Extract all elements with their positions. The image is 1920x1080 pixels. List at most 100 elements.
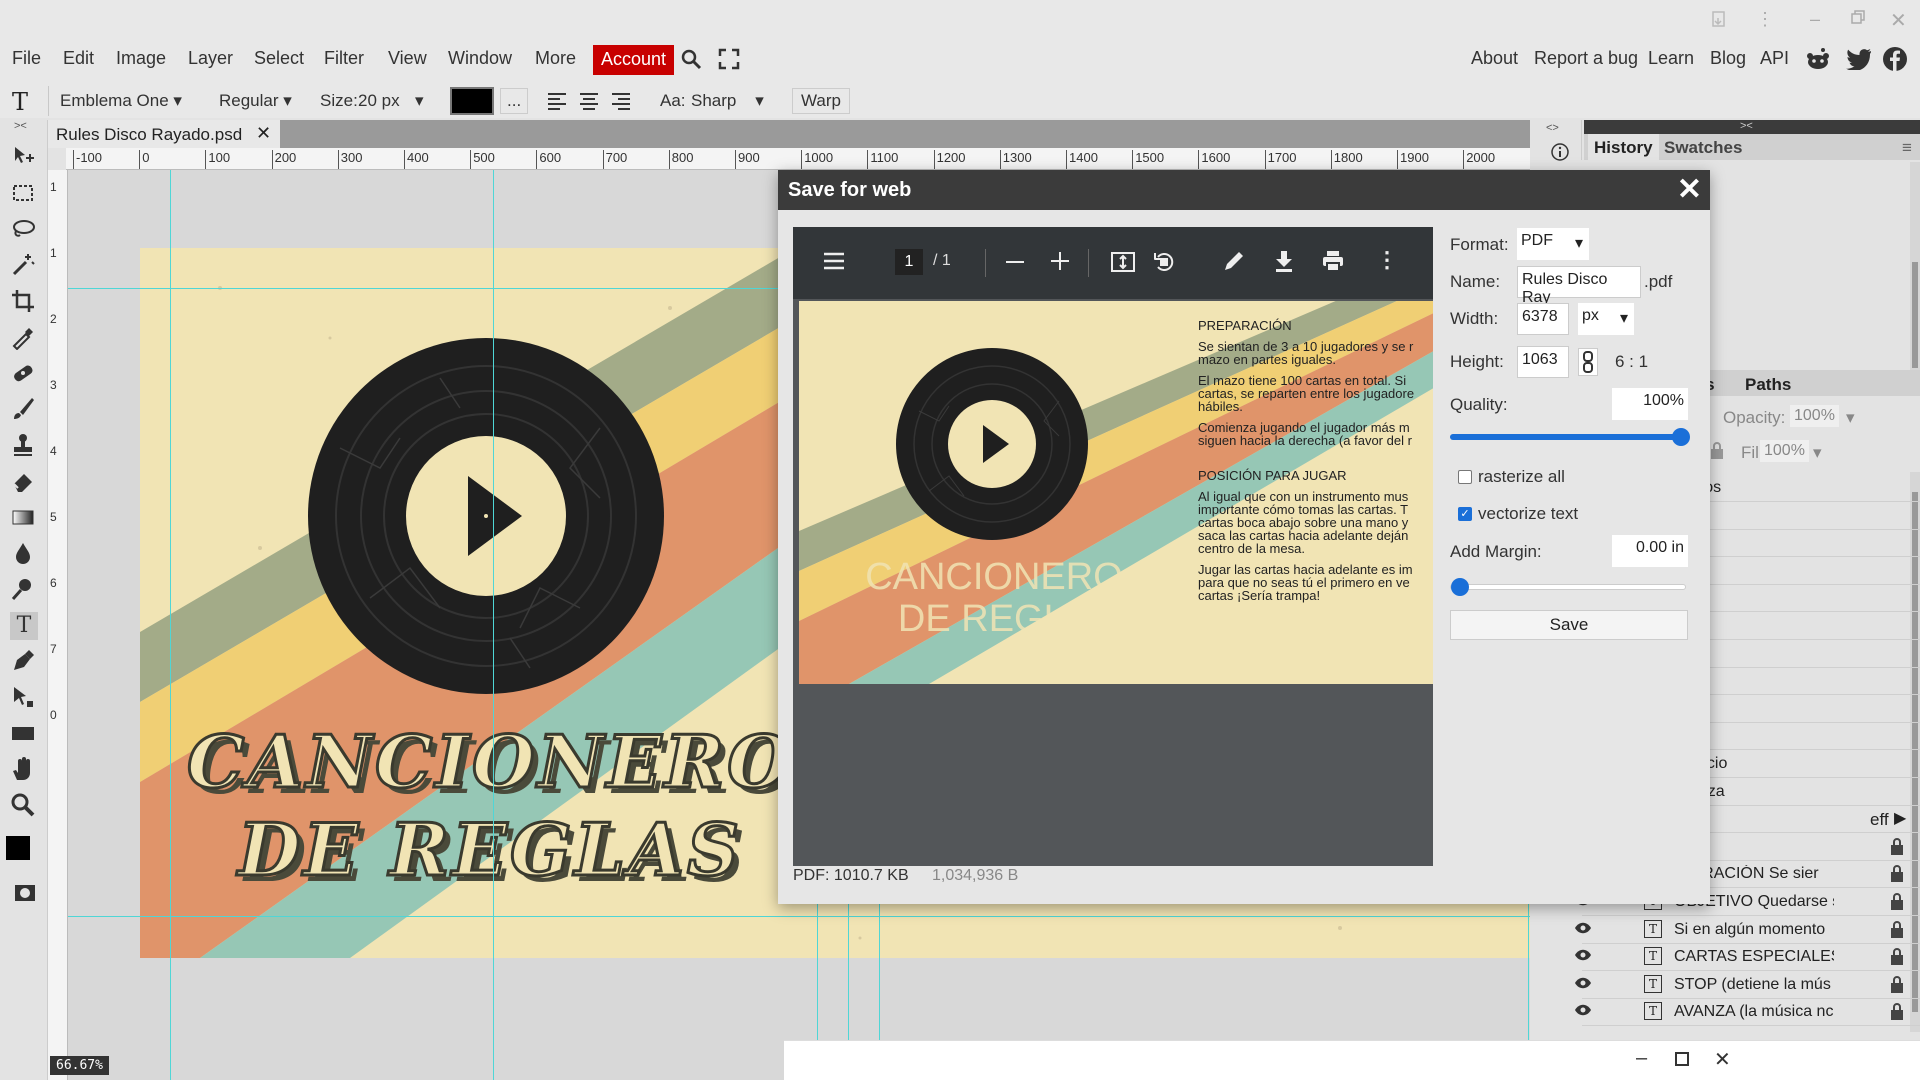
gradient-tool-icon[interactable]: [10, 504, 38, 532]
hand-tool-icon[interactable]: [10, 756, 38, 784]
annotate-pen-icon[interactable]: [1223, 250, 1245, 272]
layer-row[interactable]: T STOP (detiene la mús: [1575, 971, 1920, 999]
fill-dropdown-icon[interactable]: ▾: [1813, 443, 1822, 463]
twitter-icon[interactable]: [1846, 48, 1872, 70]
healing-brush-tool-icon[interactable]: [10, 360, 38, 388]
zoom-in-icon[interactable]: [1050, 251, 1070, 271]
zoom-out-icon[interactable]: [1006, 261, 1024, 263]
visibility-eye-icon[interactable]: [1574, 921, 1592, 935]
pdf-more-icon[interactable]: ⋮: [1376, 247, 1398, 273]
layer-row[interactable]: T CARTAS ESPECIALES (: [1575, 943, 1920, 972]
lock-icon[interactable]: [1710, 442, 1724, 460]
link-about[interactable]: About: [1471, 48, 1518, 69]
collapse-icon[interactable]: ><: [1740, 120, 1753, 132]
blur-tool-icon[interactable]: [10, 540, 38, 568]
path-select-tool-icon[interactable]: [10, 684, 38, 712]
brush-tool-icon[interactable]: [10, 396, 38, 424]
menu-select[interactable]: Select: [254, 48, 304, 69]
pen-tool-icon[interactable]: [10, 648, 38, 676]
link-blog[interactable]: Blog: [1710, 48, 1746, 69]
panel-menu-icon[interactable]: ≡: [1902, 138, 1912, 158]
lock-icon[interactable]: [1890, 837, 1904, 856]
margin-slider-thumb[interactable]: [1451, 578, 1469, 596]
more-options-button[interactable]: ...: [500, 88, 529, 114]
eraser-tool-icon[interactable]: [10, 468, 38, 496]
font-size-dropdown[interactable]: ▾: [415, 91, 424, 111]
tab-paths[interactable]: Paths: [1739, 371, 1797, 399]
menu-edit[interactable]: Edit: [63, 48, 94, 69]
layer-row[interactable]: T AVANZA (la música nc: [1575, 998, 1920, 1027]
dodge-tool-icon[interactable]: [10, 576, 38, 604]
rectangle-tool-icon[interactable]: [10, 720, 38, 748]
warp-button[interactable]: Warp: [792, 88, 850, 114]
dialog-close-icon[interactable]: ✕: [1677, 172, 1702, 207]
pdf-menu-icon[interactable]: [823, 252, 845, 270]
search-icon[interactable]: [680, 48, 702, 70]
lasso-tool-icon[interactable]: [10, 216, 38, 244]
install-icon[interactable]: [1710, 10, 1728, 28]
save-button[interactable]: Save: [1450, 610, 1688, 640]
rotate-icon[interactable]: [1153, 251, 1175, 273]
opacity-dropdown-icon[interactable]: ▾: [1846, 408, 1855, 428]
fit-page-icon[interactable]: [1111, 251, 1135, 273]
collapse-icon[interactable]: <>: [1546, 122, 1559, 134]
menu-layer[interactable]: Layer: [188, 48, 233, 69]
format-select[interactable]: PDF ▾: [1517, 228, 1589, 260]
font-family-select[interactable]: Emblema One ▾: [60, 91, 182, 111]
guide-vertical[interactable]: [493, 170, 494, 1080]
fullscreen-icon[interactable]: [718, 48, 740, 70]
print-icon[interactable]: [1321, 249, 1345, 273]
unit-select[interactable]: px ▾: [1578, 303, 1634, 335]
collapse-icon[interactable]: ><: [14, 120, 27, 132]
lock-icon[interactable]: [1890, 948, 1904, 966]
lock-icon[interactable]: [1890, 865, 1904, 883]
link-report-bug[interactable]: Report a bug: [1534, 48, 1638, 69]
guide-horizontal[interactable]: [68, 916, 1530, 917]
rasterize-checkbox[interactable]: [1458, 470, 1472, 484]
dialog-title-bar[interactable]: Save for web ✕: [778, 170, 1710, 210]
download-icon[interactable]: [1273, 249, 1295, 273]
zoom-tool-icon[interactable]: [10, 792, 38, 820]
align-right-icon[interactable]: [610, 92, 632, 110]
link-api[interactable]: API: [1760, 48, 1789, 69]
height-input[interactable]: 1063: [1517, 346, 1569, 378]
marquee-tool-icon[interactable]: [10, 180, 38, 208]
menu-image[interactable]: Image: [116, 48, 166, 69]
visibility-eye-icon[interactable]: [1574, 976, 1592, 990]
width-input[interactable]: 6378: [1517, 303, 1569, 335]
expand-effects-icon[interactable]: ▶: [1894, 808, 1906, 828]
quality-input[interactable]: 100%: [1612, 388, 1688, 420]
visibility-eye-icon[interactable]: [1574, 948, 1592, 962]
type-tool-active-icon[interactable]: T: [10, 612, 38, 640]
kebab-menu-icon[interactable]: ⋮: [1756, 9, 1774, 30]
menu-file[interactable]: File: [12, 48, 41, 69]
eyedropper-tool-icon[interactable]: [10, 324, 38, 352]
lock-icon[interactable]: [1890, 975, 1904, 994]
lock-icon[interactable]: [1890, 920, 1904, 939]
reddit-icon[interactable]: [1805, 47, 1831, 71]
close-window-icon[interactable]: ✕: [1890, 8, 1907, 33]
stamp-tool-icon[interactable]: [10, 432, 38, 460]
margin-slider[interactable]: [1450, 578, 1686, 596]
facebook-icon[interactable]: [1883, 47, 1907, 71]
align-left-icon[interactable]: [546, 92, 568, 110]
quick-mask-icon[interactable]: [14, 884, 36, 902]
opacity-input[interactable]: 100%: [1790, 405, 1839, 427]
link-learn[interactable]: Learn: [1648, 48, 1694, 69]
name-input[interactable]: Rules Disco Ray: [1517, 266, 1641, 306]
account-button[interactable]: Account: [593, 45, 675, 75]
lock-icon[interactable]: [1890, 893, 1904, 911]
visibility-eye-icon[interactable]: [1574, 1003, 1592, 1017]
fill-input[interactable]: 100%: [1760, 440, 1809, 462]
antialias-select[interactable]: Sharp ▾: [691, 91, 764, 111]
tab-swatches[interactable]: Swatches: [1658, 134, 1748, 162]
font-size-input[interactable]: 20 px: [358, 91, 400, 111]
move-tool-icon[interactable]: [10, 144, 38, 172]
info-icon[interactable]: [1550, 142, 1570, 162]
tab-history[interactable]: History: [1588, 134, 1659, 162]
lock-icon[interactable]: [1890, 1003, 1904, 1021]
menu-filter[interactable]: Filter: [324, 48, 364, 69]
font-style-select[interactable]: Regular ▾: [219, 91, 292, 111]
minimize-icon[interactable]: –: [1810, 9, 1820, 30]
layer-row[interactable]: T Si en algún momento: [1575, 916, 1920, 944]
